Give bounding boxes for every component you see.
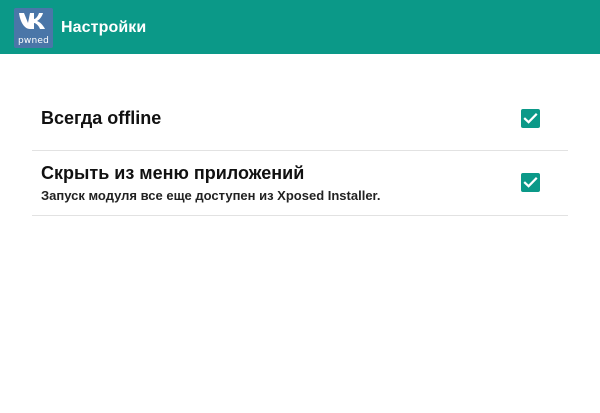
checkmark-icon [523, 177, 538, 188]
setting-always-offline[interactable]: Всегда offline [32, 86, 568, 151]
setting-hide-from-launcher[interactable]: Скрыть из меню приложений Запуск модуля … [32, 151, 568, 216]
setting-title: Скрыть из меню приложений [41, 163, 305, 183]
app-icon-subtext: pwned [17, 36, 50, 46]
checkmark-icon [523, 113, 538, 124]
setting-title: Всегда offline [41, 108, 162, 128]
app-bar: pwned Настройки [0, 0, 600, 54]
app-title: Настройки [61, 19, 147, 36]
hide-from-launcher-checkbox[interactable] [521, 173, 540, 192]
vk-pwned-logo-icon: pwned [14, 8, 53, 48]
vk-logo-glyph [19, 13, 45, 29]
settings-list: Всегда offline Скрыть из меню приложений… [32, 86, 568, 216]
setting-summary: Запуск модуля все еще доступен из Xposed… [41, 188, 381, 203]
always-offline-checkbox[interactable] [521, 109, 540, 128]
